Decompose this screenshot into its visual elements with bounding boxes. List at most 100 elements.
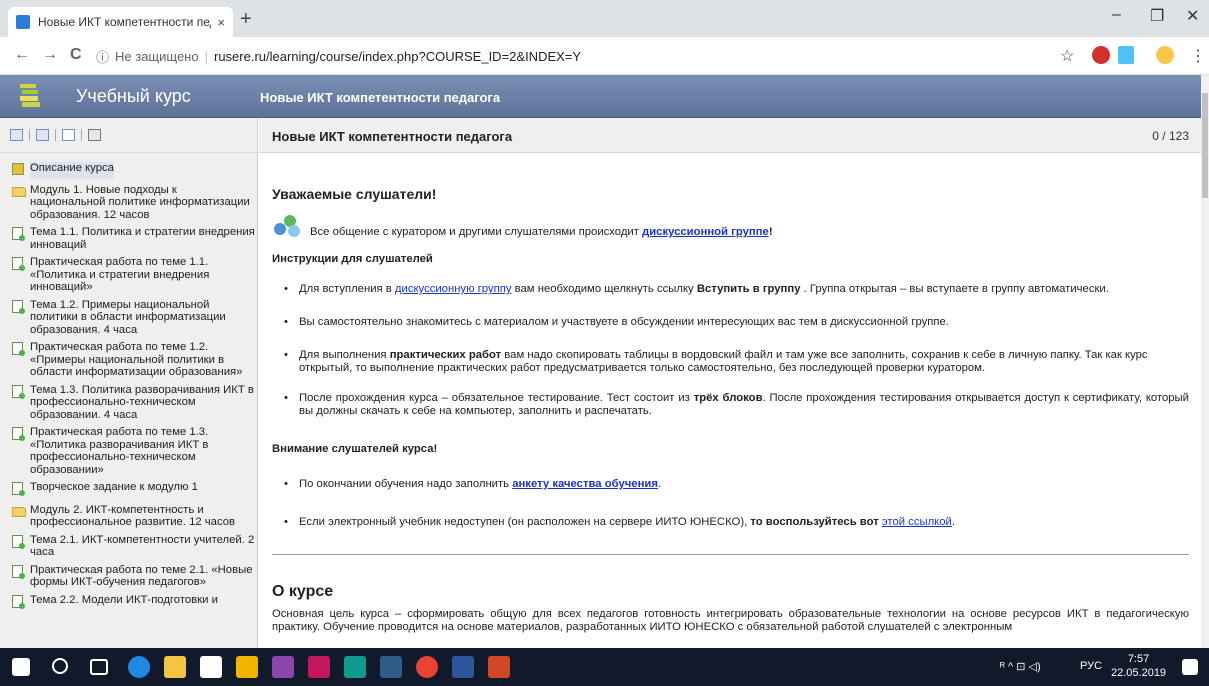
app-3-icon[interactable] <box>344 656 366 678</box>
windows-start-icon[interactable] <box>12 658 30 676</box>
notifications-icon[interactable] <box>1182 659 1198 675</box>
restore-button[interactable]: ❐ <box>1150 6 1164 26</box>
course-header-title: Новые ИКТ компетентности педагога <box>260 90 501 105</box>
play-extension-icon[interactable] <box>1118 46 1134 64</box>
discussion-note: Все общение с куратором и другими слушат… <box>272 211 1189 239</box>
phpstorm-icon[interactable] <box>308 656 330 678</box>
toc-item-topic-1-3[interactable]: Тема 1.3. Политика разворачивания ИКТ в … <box>0 384 257 422</box>
system-tray-icons[interactable]: ᴿ ^ ⊡ ◁) <box>1000 660 1041 673</box>
expand-all-icon[interactable] <box>10 129 23 141</box>
about-heading: О курсе <box>272 583 334 600</box>
site-favicon-icon <box>16 15 30 29</box>
toc-item-module-1[interactable]: Модуль 1. Новые подходы к национальной п… <box>0 184 257 222</box>
language-indicator[interactable]: РУС <box>1080 660 1102 672</box>
list-item: Для выполнения практических работ вам на… <box>272 349 1189 375</box>
page-icon <box>12 482 28 499</box>
toc-item-creative-task-1[interactable]: Творческое задание к модулю 1 <box>0 481 257 499</box>
reload-button[interactable]: C <box>70 46 82 64</box>
word-icon[interactable] <box>452 656 474 678</box>
page-icon <box>12 534 28 559</box>
close-window-button[interactable]: ✕ <box>1186 6 1199 26</box>
toolbar-divider <box>81 129 82 141</box>
mirror-link[interactable]: этой ссылкой <box>882 516 952 528</box>
course-sidebar: Описание курса Модуль 1. Новые подходы к… <box>0 118 258 648</box>
toc-item-label: Практическая работа по теме 1.3. «Полити… <box>30 426 209 476</box>
discussion-group-link[interactable]: дискуссионной группе <box>642 226 769 238</box>
back-button[interactable]: ← <box>14 46 30 64</box>
discussion-group-link[interactable]: дискуссионную группу <box>395 283 512 295</box>
scrollbar-thumb[interactable] <box>1202 93 1208 198</box>
page-icon <box>12 299 28 337</box>
toc-item-practice-1-2[interactable]: Практическая работа по теме 1.2. «Пример… <box>0 341 257 379</box>
toc-item-label: Практическая работа по теме 2.1. «Новые … <box>30 563 253 589</box>
edge-browser-icon[interactable] <box>128 656 150 678</box>
omnibox-divider: | <box>204 49 208 64</box>
list-item: По окончании обучения надо заполнить анк… <box>272 478 1189 491</box>
chrome-icon[interactable] <box>416 656 438 678</box>
tab-close-icon[interactable]: × <box>217 15 225 30</box>
url-text: rusere.ru/learning/course/index.php?COUR… <box>213 49 582 64</box>
toc-item-practice-1-1[interactable]: Практическая работа по теме 1.1. «Полити… <box>0 256 257 294</box>
toolbar-divider <box>55 129 56 141</box>
page-icon <box>12 384 28 422</box>
collapse-all-icon[interactable] <box>36 129 49 141</box>
url-input[interactable]: ⓘ Не защищено | rusere.ru/learning/cours… <box>96 43 1036 70</box>
folder-icon <box>12 505 28 529</box>
security-status: Не защищено <box>115 49 199 64</box>
visual-studio-icon[interactable] <box>272 656 294 678</box>
toc-item-practice-2-1[interactable]: Практическая работа по теме 2.1. «Новые … <box>0 564 257 589</box>
toc-item-topic-2-1[interactable]: Тема 2.1. ИКТ-компетентности учителей. 2… <box>0 534 257 559</box>
page-icon <box>12 564 28 589</box>
list-item: Вы самостоятельно знакомитесь с материал… <box>272 316 1189 329</box>
toc-item-topic-2-2[interactable]: Тема 2.2. Модели ИКТ-подготовки и <box>0 594 257 612</box>
toc-item-practice-1-3[interactable]: Практическая работа по теме 1.3. «Полити… <box>0 426 257 476</box>
description-icon <box>12 163 28 179</box>
folder-icon <box>12 185 28 222</box>
toc-item-label: Тема 1.3. Политика разворачивания ИКТ в … <box>30 383 254 421</box>
toc-item-topic-1-2[interactable]: Тема 1.2. Примеры национальной политики … <box>0 299 257 337</box>
bookmark-star-icon[interactable]: ☆ <box>1060 46 1074 66</box>
search-icon[interactable] <box>52 658 68 674</box>
instructions-heading: Инструкции для слушателей <box>272 253 433 265</box>
clock-date: 22.05.2019 <box>1111 667 1167 679</box>
toc-item-topic-1-1[interactable]: Тема 1.1. Политика и стратегии внедрения… <box>0 226 257 251</box>
clock-time: 7:57 <box>1127 653 1150 665</box>
content-body: Уважаемые слушатели! Все общение с курат… <box>259 186 1201 634</box>
profile-avatar-icon[interactable] <box>1156 46 1174 64</box>
toc-item-module-2[interactable]: Модуль 2. ИКТ-компетентность и профессио… <box>0 504 257 529</box>
address-bar: ← → C ⓘ Не защищено | rusere.ru/learning… <box>0 37 1209 75</box>
file-explorer-icon[interactable] <box>164 656 186 678</box>
browser-tab[interactable]: Новые ИКТ компетентности пед × <box>8 7 233 37</box>
powerpoint-icon[interactable] <box>488 656 510 678</box>
discussion-text: Все общение с куратором и другими слушат… <box>310 226 773 238</box>
toc-item-label: Описание курса <box>30 162 114 179</box>
window-icon[interactable] <box>62 129 75 141</box>
people-chat-icon <box>272 211 302 239</box>
page-scrollbar[interactable] <box>1201 75 1209 648</box>
forward-button[interactable]: → <box>42 46 58 64</box>
clock[interactable]: 7:57 22.05.2019 <box>1111 652 1166 680</box>
toc-item-label: Практическая работа по теме 1.2. «Пример… <box>30 341 243 378</box>
toc-item-label: Тема 2.1. ИКТ-компетентности учителей. 2… <box>30 533 255 559</box>
site-title: Учебный курс <box>76 86 191 106</box>
content-title-bar: Новые ИКТ компетентности педагога 0 / 12… <box>259 118 1201 153</box>
browser-menu-icon[interactable]: ⋮ <box>1190 46 1206 66</box>
greeting-heading: Уважаемые слушатели! <box>272 186 437 202</box>
about-text: Основная цель курса – сформировать общую… <box>272 608 1189 633</box>
site-info-icon[interactable]: ⓘ <box>96 47 109 66</box>
instructions-list: Для вступления в дискуссионную группу ва… <box>272 283 1189 418</box>
task-view-icon[interactable] <box>90 659 108 675</box>
network-app-icon[interactable] <box>380 656 402 678</box>
print-icon[interactable] <box>88 129 101 141</box>
browser-tab-bar: Новые ИКТ компетентности пед × + – ❐ ✕ <box>0 0 1209 37</box>
toc-item-description[interactable]: Описание курса <box>0 162 257 179</box>
section-divider <box>272 554 1189 555</box>
adblock-extension-icon[interactable] <box>1092 46 1110 64</box>
toc-item-label: Тема 2.2. Модели ИКТ-подготовки и <box>30 593 218 606</box>
minimize-button[interactable]: – <box>1112 6 1121 24</box>
store-icon[interactable] <box>236 656 258 678</box>
mail-icon[interactable] <box>200 656 222 678</box>
new-tab-button[interactable]: + <box>240 8 252 31</box>
list-item: После прохождения курса – обязательное т… <box>272 392 1189 418</box>
quality-survey-link[interactable]: анкету качества обучения <box>512 478 658 490</box>
